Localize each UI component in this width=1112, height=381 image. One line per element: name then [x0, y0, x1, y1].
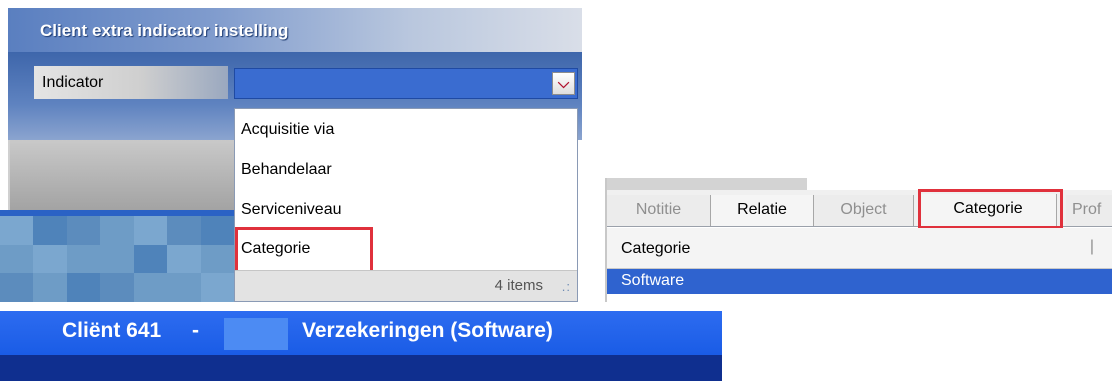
background-mosaic: [0, 216, 236, 302]
dialog-titlebar: Client extra indicator instelling: [8, 8, 582, 52]
title-separator: -: [192, 319, 199, 342]
dropdown-option-acquisitie-via[interactable]: Acquisitie via: [241, 121, 334, 139]
tab-object[interactable]: Object: [814, 195, 914, 226]
resize-grip-icon[interactable]: .:: [562, 279, 571, 294]
client-number: Cliënt 641: [62, 319, 162, 342]
redacted-name: [224, 318, 288, 350]
dropdown-option-serviceniveau[interactable]: Serviceniveau: [241, 201, 342, 219]
dropdown-footer: 4 items .:: [235, 270, 577, 301]
titlebar-bottom: [0, 355, 722, 381]
table-cell-categorie: Software: [621, 272, 685, 289]
client-titlebar: Cliënt 641 - Verzekeringen (Software): [0, 311, 722, 381]
indicator-dropdown-list: Acquisitie via Behandelaar Serviceniveau…: [234, 108, 578, 302]
column-separator[interactable]: |: [1090, 238, 1094, 256]
dialog-title: Client extra indicator instelling: [40, 21, 289, 40]
highlight-box-categorie-option: [235, 227, 373, 273]
indicator-select[interactable]: ⌵: [234, 68, 578, 99]
tab-notitie[interactable]: Notitie: [607, 195, 711, 226]
tab-relatie[interactable]: Relatie: [711, 195, 814, 226]
chevron-down-icon[interactable]: ⌵: [552, 72, 575, 95]
column-header-categorie[interactable]: Categorie: [621, 240, 690, 258]
client-name: Verzekeringen (Software): [302, 319, 553, 342]
dialog-lower-area: [8, 140, 236, 210]
highlight-box-categorie-tab: [918, 189, 1063, 229]
relation-tab-panel: Notitie Relatie Object Categorie Prof Ca…: [605, 178, 1112, 302]
indicator-dialog: Client extra indicator instelling Indica…: [0, 0, 582, 302]
indicator-label: Indicator: [34, 66, 228, 99]
tab-prof[interactable]: Prof: [1066, 195, 1112, 226]
table-row[interactable]: Software: [607, 269, 1112, 294]
dropdown-option-behandelaar[interactable]: Behandelaar: [241, 161, 332, 179]
grid-header: Categorie |: [607, 228, 1112, 269]
dropdown-item-count: 4 items: [494, 277, 543, 294]
tab-strip-top: [607, 178, 807, 190]
